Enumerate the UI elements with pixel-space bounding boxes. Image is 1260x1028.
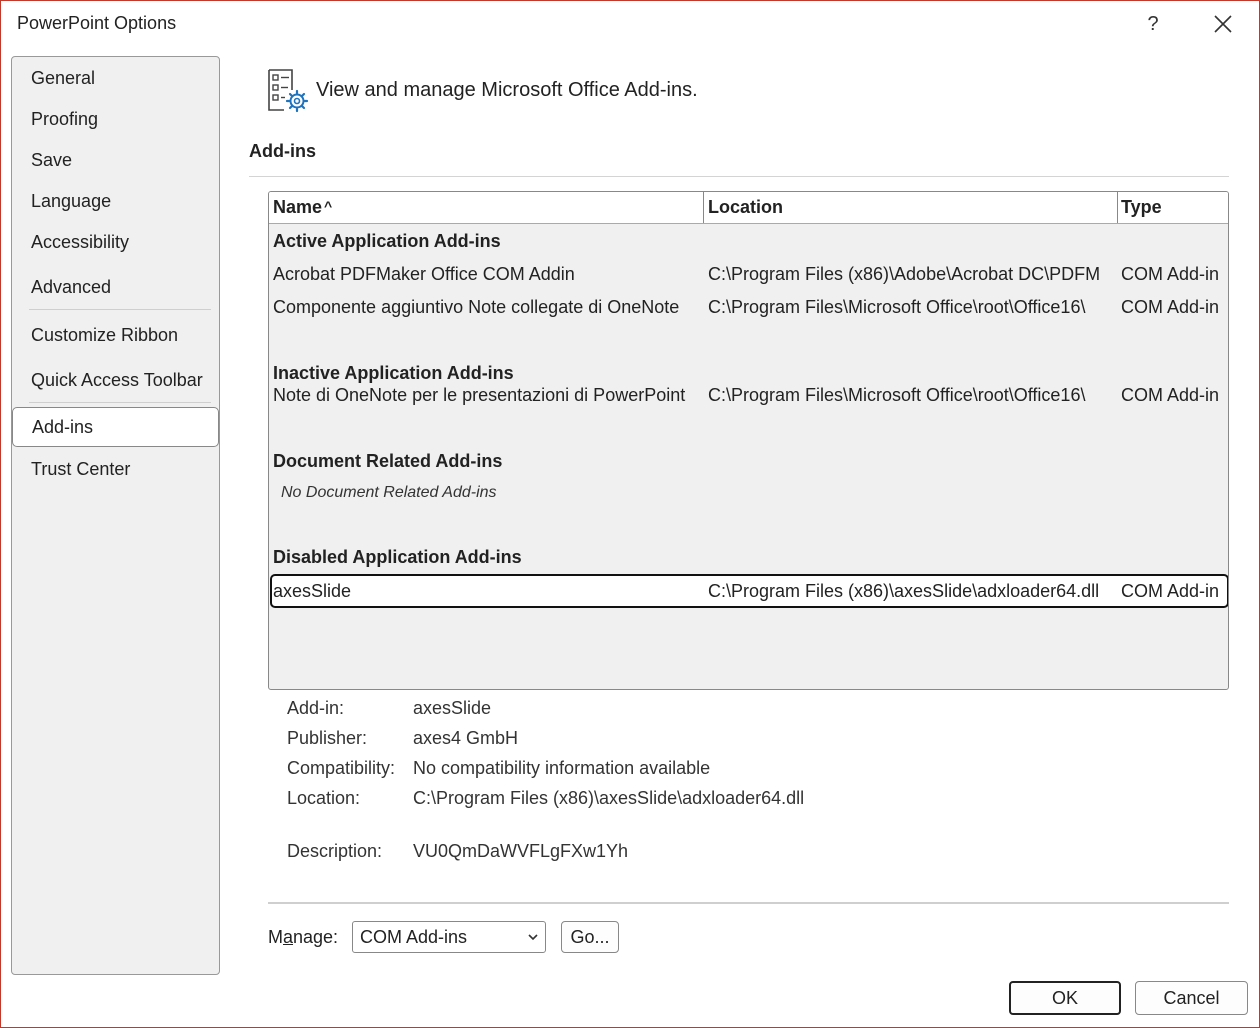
manage-select-value: COM Add-ins xyxy=(360,926,468,947)
sidebar: General Proofing Save Language Accessibi… xyxy=(11,56,220,975)
detail-label-publisher: Publisher: xyxy=(287,728,368,748)
column-header-name[interactable]: Name ^ xyxy=(269,192,704,223)
detail-value-addin: axesSlide xyxy=(413,698,492,718)
sidebar-item-save[interactable]: Save xyxy=(12,140,219,180)
group-header-active: Active Application Add-ins xyxy=(273,231,501,251)
addin-name: axesSlide xyxy=(273,581,352,601)
detail-label-compatibility: Compatibility: xyxy=(287,758,396,778)
addin-type: COM Add-in xyxy=(1121,385,1220,405)
cancel-button[interactable]: Cancel xyxy=(1135,981,1248,1015)
sidebar-divider xyxy=(29,402,211,403)
column-name-label: Name xyxy=(273,197,323,217)
close-icon xyxy=(1214,15,1232,33)
section-divider xyxy=(249,176,1229,177)
section-title: Add-ins xyxy=(249,141,316,161)
column-header-type[interactable]: Type xyxy=(1117,192,1228,223)
addin-location: C:\Program Files (x86)\axesSlide\adxload… xyxy=(708,581,1100,601)
addins-table: Name ^ Location Type Active Application … xyxy=(268,191,1229,690)
sidebar-item-accessibility[interactable]: Accessibility xyxy=(12,222,219,262)
sidebar-item-add-ins[interactable]: Add-ins xyxy=(12,407,219,447)
table-header: Name ^ Location Type xyxy=(269,192,1228,224)
manage-label-prefix: M xyxy=(268,927,283,947)
addin-location: C:\Program Files\Microsoft Office\root\O… xyxy=(708,297,1086,317)
group-header-disabled: Disabled Application Add-ins xyxy=(273,547,522,567)
column-header-location[interactable]: Location xyxy=(704,192,1117,223)
sidebar-item-trust-center[interactable]: Trust Center xyxy=(12,449,219,489)
addin-name: Componente aggiuntivo Note collegate di … xyxy=(273,297,680,317)
addin-location: C:\Program Files (x86)\Adobe\Acrobat DC\… xyxy=(708,264,1101,284)
chevron-down-icon xyxy=(528,934,538,941)
group-header-inactive: Inactive Application Add-ins xyxy=(273,363,514,383)
detail-label-description: Description: xyxy=(287,841,383,861)
detail-value-description: VU0QmDaWVFLgFXw1Yh xyxy=(413,841,629,861)
sort-ascending-icon: ^ xyxy=(324,197,333,214)
sidebar-item-quick-access-toolbar[interactable]: Quick Access Toolbar xyxy=(12,360,219,400)
sidebar-item-proofing[interactable]: Proofing xyxy=(12,99,219,139)
sidebar-divider xyxy=(29,309,211,310)
addin-type: COM Add-in xyxy=(1121,581,1220,601)
empty-document-addins: No Document Related Add-ins xyxy=(281,484,497,501)
addin-type: COM Add-in xyxy=(1121,297,1220,317)
sidebar-item-advanced[interactable]: Advanced xyxy=(12,267,219,307)
close-button[interactable] xyxy=(1203,8,1243,40)
sidebar-item-customize-ribbon[interactable]: Customize Ribbon xyxy=(12,315,219,355)
manage-label: Manage: xyxy=(268,927,338,948)
group-header-document: Document Related Add-ins xyxy=(273,451,503,471)
detail-label-location: Location: xyxy=(287,788,361,808)
window-title: PowerPoint Options xyxy=(17,13,177,33)
addin-type: COM Add-in xyxy=(1121,264,1220,284)
detail-value-compatibility: No compatibility information available xyxy=(413,758,711,778)
detail-label-addin: Add-in: xyxy=(287,698,345,718)
addin-name: Note di OneNote per le presentazioni di … xyxy=(273,385,686,405)
addin-name: Acrobat PDFMaker Office COM Addin xyxy=(273,264,575,284)
manage-select[interactable]: COM Add-ins xyxy=(352,921,546,953)
manage-label-accelerator: a xyxy=(283,927,294,947)
ok-button[interactable]: OK xyxy=(1009,981,1121,1015)
manage-label-suffix: nage: xyxy=(293,927,339,947)
detail-value-publisher: axes4 GmbH xyxy=(413,728,519,748)
manage-divider xyxy=(268,902,1229,904)
sidebar-item-language[interactable]: Language xyxy=(12,181,219,221)
go-button[interactable]: Go... xyxy=(561,921,619,953)
detail-value-location: C:\Program Files (x86)\axesSlide\adxload… xyxy=(413,788,805,808)
sidebar-item-general[interactable]: General xyxy=(12,58,219,98)
addin-location: C:\Program Files\Microsoft Office\root\O… xyxy=(708,385,1086,405)
page-heading: View and manage Microsoft Office Add-ins… xyxy=(316,79,698,101)
help-button[interactable]: ? xyxy=(1133,8,1173,40)
addins-settings-icon xyxy=(268,69,309,113)
